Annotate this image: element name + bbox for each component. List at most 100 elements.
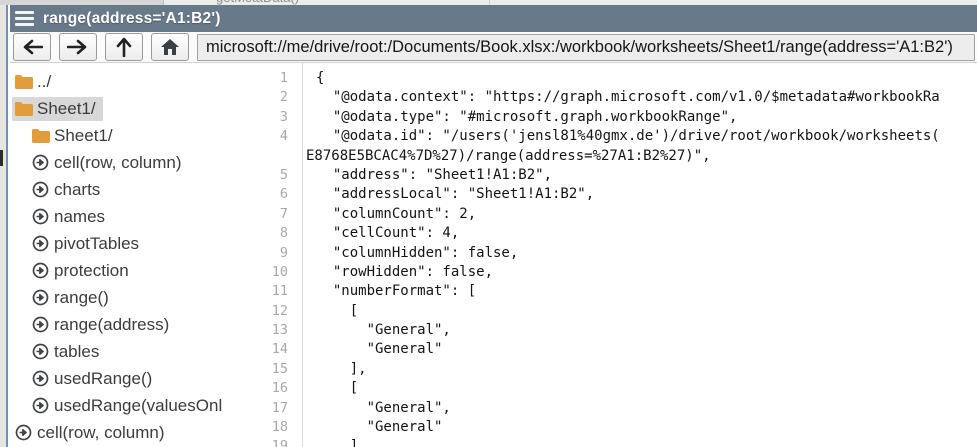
sidebar-item-label: Sheet1/ [37, 99, 96, 119]
line-number: 17 [222, 399, 302, 418]
sidebar-item-cell-row-column[interactable]: cell(row, column) [10, 419, 222, 446]
sidebar-item-label: cell(row, column) [37, 423, 165, 443]
menu-icon[interactable] [15, 11, 34, 26]
sidebar-item-label: pivotTables [54, 234, 139, 254]
item-inner: range(address) [29, 313, 176, 337]
sidebar-item-charts[interactable]: charts [10, 176, 222, 203]
gutter-divider [302, 63, 303, 447]
sidebar-item-label: tables [54, 342, 99, 362]
address-text: microsoft://me/drive/root:/Documents/Boo… [206, 38, 953, 57]
sidebar-item-usedrange[interactable]: usedRange() [10, 365, 222, 392]
json-viewer: 1{2 "@odata.context": "https://graph.mic… [222, 63, 977, 447]
line-text: "address": "Sheet1!A1:B2", [302, 166, 552, 185]
address-bar[interactable]: microsoft://me/drive/root:/Documents/Boo… [197, 34, 975, 61]
navigate-arrow-icon [32, 208, 49, 225]
line-text: "@odata.context": "https://graph.microso… [302, 88, 940, 107]
sidebar-item-[interactable]: ../ [10, 68, 222, 95]
navigate-arrow-icon [30, 316, 50, 334]
code-line: 2 "@odata.context": "https://graph.micro… [222, 88, 977, 107]
sidebar-item-label: names [54, 207, 105, 227]
folder-icon [31, 128, 50, 143]
code-line: 5 "address": "Sheet1!A1:B2", [222, 166, 977, 185]
code-rows: 1{2 "@odata.context": "https://graph.mic… [222, 63, 977, 447]
line-number: 8 [222, 224, 302, 243]
sidebar-item-usedrange-valuesonl[interactable]: usedRange(valuesOnl [10, 392, 222, 419]
line-number [222, 147, 302, 166]
home-button[interactable] [151, 33, 189, 61]
sidebar-item-label: range(address) [54, 315, 169, 335]
line-number: 14 [222, 340, 302, 359]
sidebar-item-sheet1[interactable]: Sheet1/ [10, 122, 222, 149]
line-text: { [302, 69, 324, 88]
browser-window: range(address='A1:B2') [10, 5, 977, 447]
line-text: "@odata.id": "/users('jensl81%40gmx.de')… [302, 127, 940, 146]
line-text: "cellCount": 4, [302, 224, 459, 243]
title-bar: range(address='A1:B2') [10, 5, 977, 32]
sidebar-item-label: usedRange() [54, 369, 152, 389]
navigate-arrow-icon [30, 289, 50, 307]
item-inner: cell(row, column) [29, 151, 189, 175]
sidebar-item-label: usedRange(valuesOnl [54, 396, 222, 416]
navigate-arrow-icon [30, 343, 50, 361]
navigate-arrow-icon [32, 316, 49, 333]
folder-icon [30, 127, 50, 145]
sidebar-item-label: protection [54, 261, 129, 281]
code-line: 15 ], [222, 360, 977, 379]
sidebar-item-range[interactable]: range() [10, 284, 222, 311]
navigate-arrow-icon [32, 289, 49, 306]
sidebar-item-label: ../ [37, 72, 51, 92]
background-tick [0, 150, 3, 166]
navigate-arrow-icon [30, 181, 50, 199]
back-button[interactable] [13, 33, 51, 61]
selected-highlight: Sheet1/ [12, 97, 103, 121]
sidebar-item-range-address[interactable]: range(address) [10, 311, 222, 338]
line-number: 18 [222, 418, 302, 437]
line-text: "General", [302, 399, 451, 418]
code-line: 12 [ [222, 302, 977, 321]
sidebar-item-pivottables[interactable]: pivotTables [10, 230, 222, 257]
code-line: 9 "columnHidden": false, [222, 244, 977, 263]
navigate-arrow-icon [30, 208, 50, 226]
forward-button[interactable] [59, 33, 97, 61]
line-number: 6 [222, 185, 302, 204]
item-inner: pivotTables [29, 232, 146, 256]
line-number: 1 [222, 69, 302, 88]
navigate-arrow-icon [15, 424, 32, 441]
code-line: 14 "General" [222, 340, 977, 359]
sidebar-item-names[interactable]: names [10, 203, 222, 230]
item-inner: usedRange(valuesOnl [29, 394, 222, 418]
folder-icon [13, 100, 33, 118]
sidebar-item-cell-row-column[interactable]: cell(row, column) [10, 149, 222, 176]
line-text: "General", [302, 321, 451, 340]
navigate-arrow-icon [30, 397, 50, 415]
code-line: 10 "rowHidden": false, [222, 263, 977, 282]
screen: getMetaData() range(address='A1:B2') [0, 0, 977, 447]
line-number: 9 [222, 244, 302, 263]
item-inner: names [29, 205, 112, 229]
code-line: 17 "General", [222, 399, 977, 418]
code-line: 7 "columnCount": 2, [222, 205, 977, 224]
navigate-arrow-icon [32, 370, 49, 387]
line-text: "@odata.type": "#microsoft.graph.workboo… [302, 108, 737, 127]
line-text: "rowHidden": false, [302, 263, 493, 282]
sidebar-item-label: cell(row, column) [54, 153, 182, 173]
navigate-arrow-icon [32, 343, 49, 360]
back-arrow-icon [21, 39, 43, 55]
sidebar-item-protection[interactable]: protection [10, 257, 222, 284]
navigation-toolbar: microsoft://me/drive/root:/Documents/Boo… [10, 32, 977, 63]
line-text: "addressLocal": "Sheet1!A1:B2", [302, 185, 594, 204]
item-inner: usedRange() [29, 367, 159, 391]
line-number: 12 [222, 302, 302, 321]
up-button[interactable] [105, 33, 143, 61]
window-title: range(address='A1:B2') [43, 10, 221, 28]
content-area: ../ Sheet1/Sheet1/cell(row, column) charts… [10, 63, 977, 447]
sidebar-item-sheet1[interactable]: Sheet1/ [10, 95, 222, 122]
sidebar-item-tables[interactable]: tables [10, 338, 222, 365]
line-text: ], [302, 360, 367, 379]
line-number: 11 [222, 282, 302, 301]
line-text: [ [302, 302, 358, 321]
line-text: "numberFormat": [ [302, 282, 476, 301]
line-number: 13 [222, 321, 302, 340]
navigate-arrow-icon [32, 181, 49, 198]
line-number: 19 [222, 437, 302, 447]
